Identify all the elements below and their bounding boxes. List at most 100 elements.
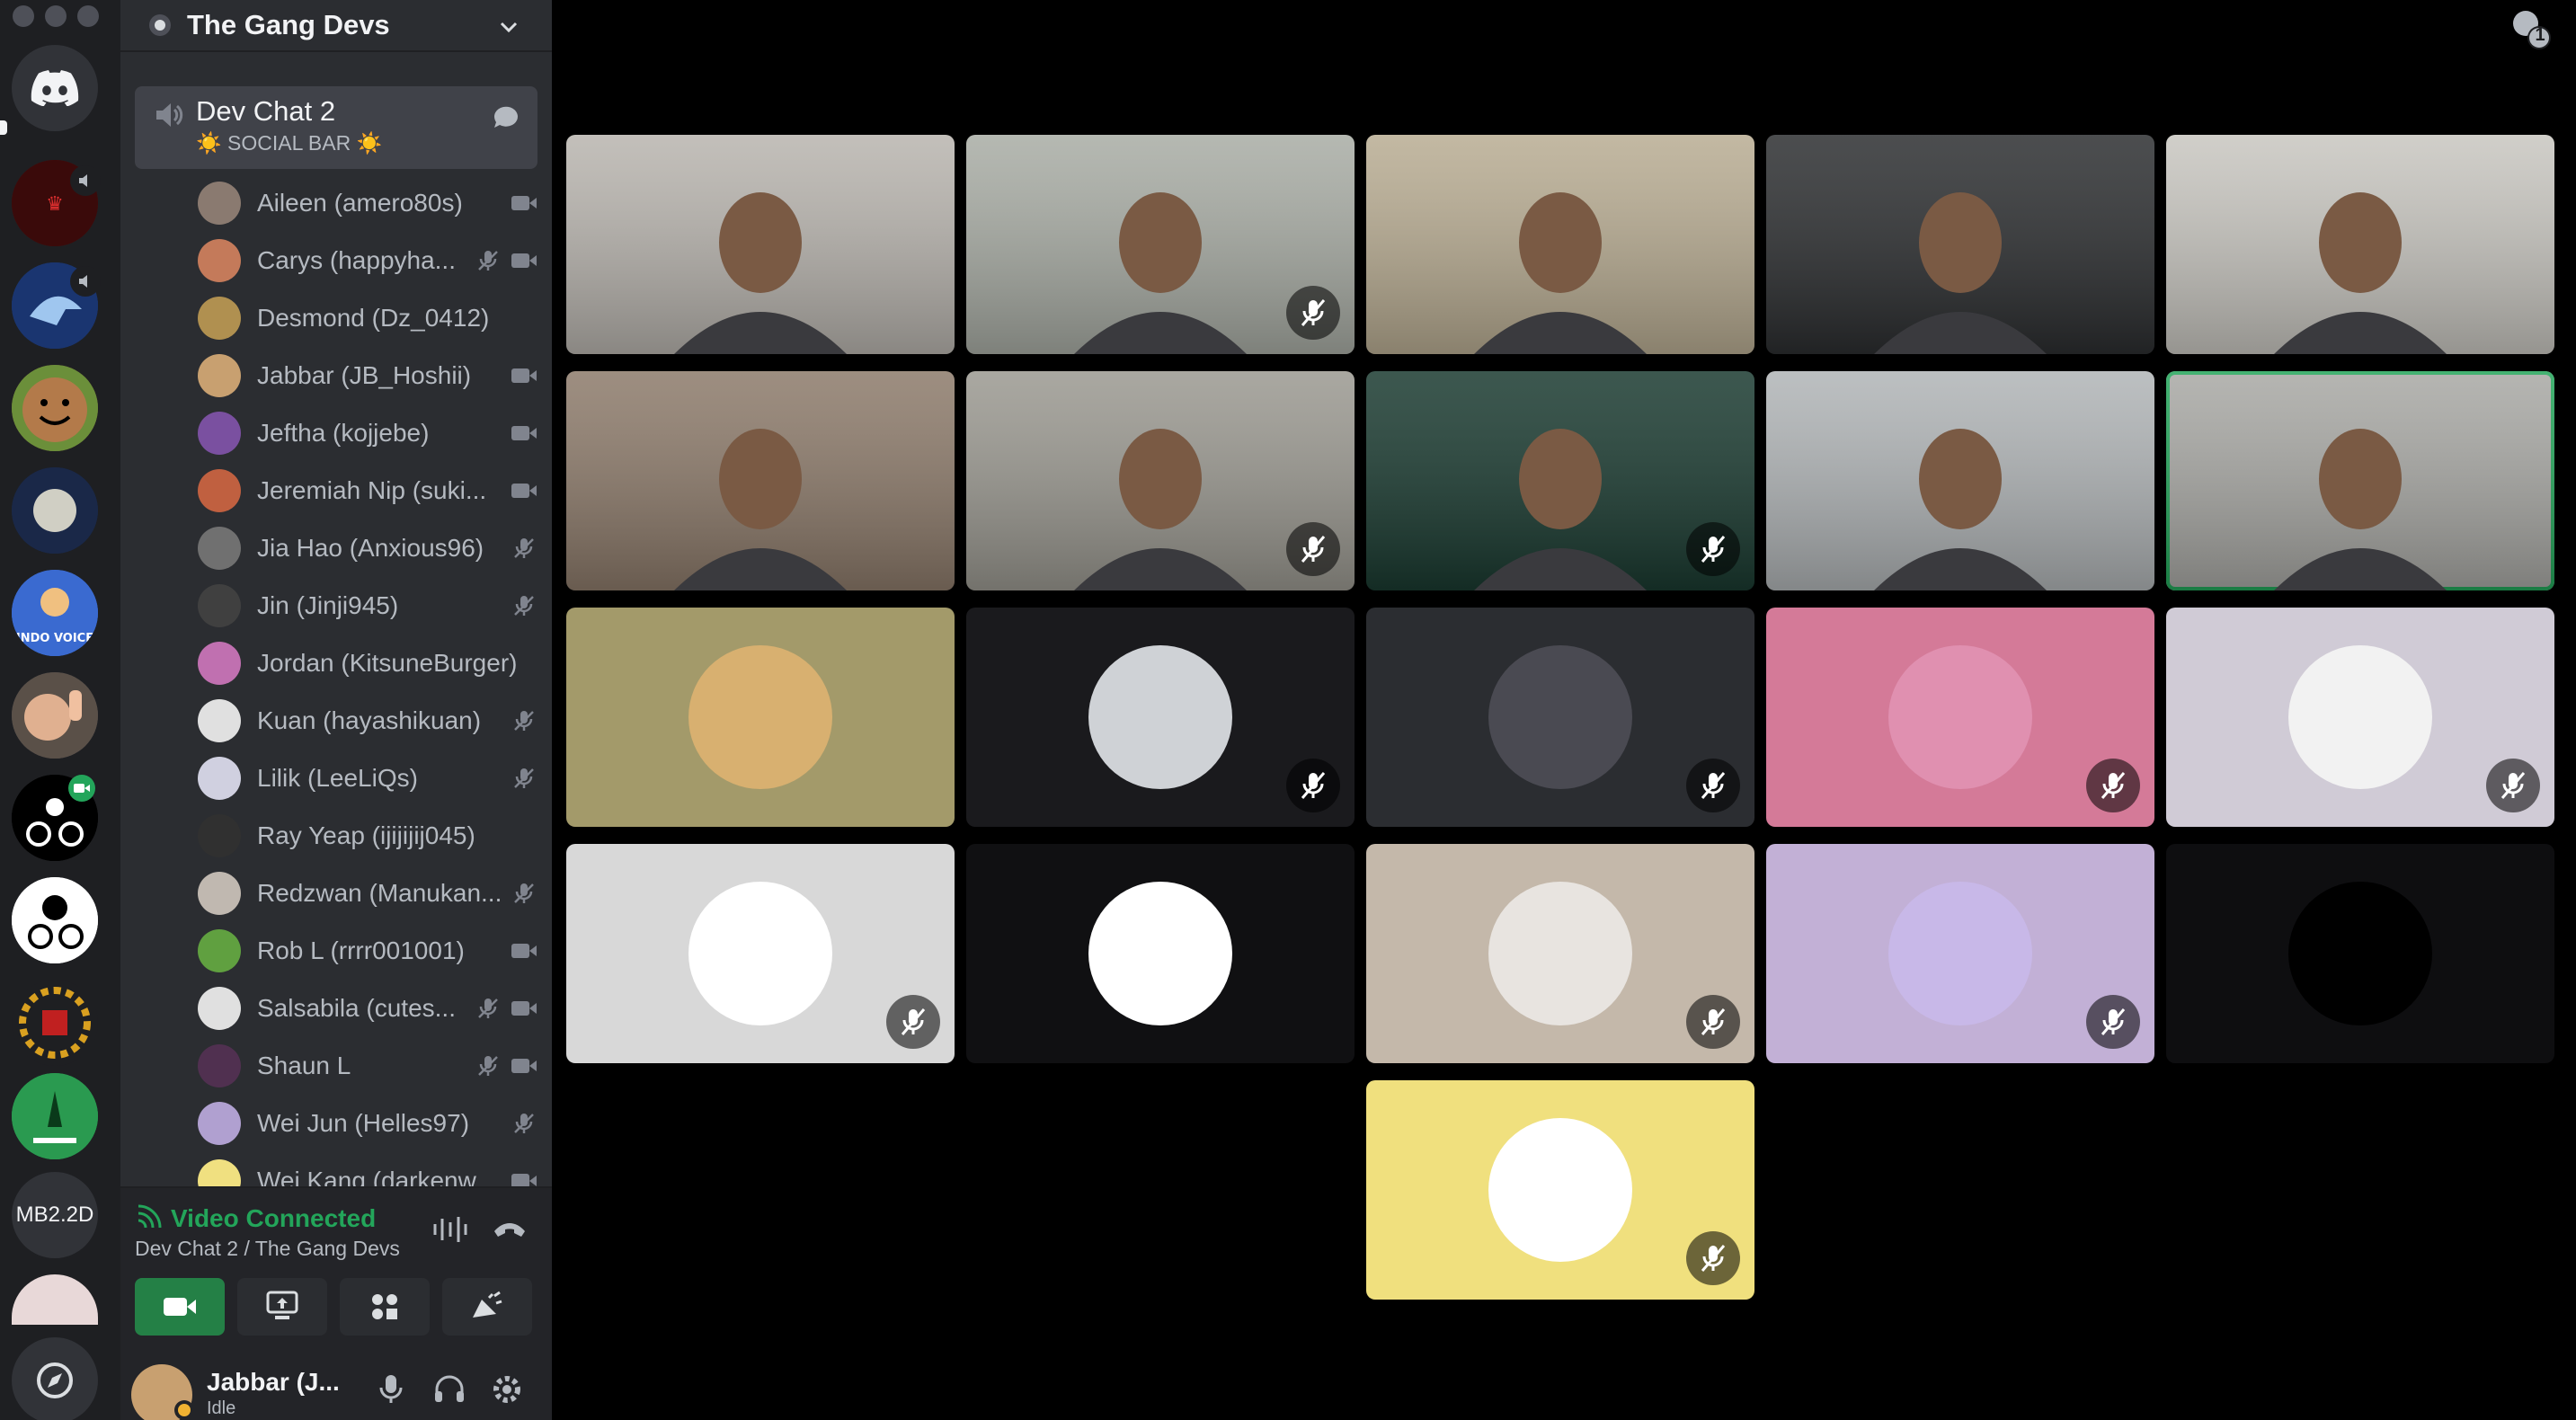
- participant-avatar-tile[interactable]: [966, 844, 1355, 1063]
- voice-member[interactable]: Rob L (rrrr001001): [198, 924, 539, 978]
- participant-avatar-tile[interactable]: [1766, 608, 2154, 827]
- server-green-button[interactable]: [12, 1073, 98, 1159]
- server-smiley-button[interactable]: [12, 365, 98, 451]
- camera-toggle-button[interactable]: [135, 1278, 225, 1336]
- participant-video-tile[interactable]: [566, 135, 955, 354]
- muted-microphone-icon: [2486, 759, 2540, 812]
- voice-member[interactable]: Jin (Jinji945): [198, 579, 539, 633]
- muted-microphone-icon: [2086, 995, 2140, 1049]
- avatar: [198, 412, 241, 455]
- avatar: [1488, 882, 1632, 1025]
- server-wave-button[interactable]: [12, 672, 98, 759]
- participant-avatar-tile[interactable]: [1366, 844, 1754, 1063]
- soundboard-button[interactable]: [442, 1278, 532, 1336]
- voice-member[interactable]: Kuan (hayashikuan): [198, 694, 539, 748]
- server-header[interactable]: The Gang Devs: [120, 0, 552, 52]
- signal-icon[interactable]: [135, 1204, 162, 1231]
- noise-suppression-icon[interactable]: [431, 1213, 469, 1246]
- participant-video-tile[interactable]: [1766, 371, 2154, 590]
- moon-icon: [12, 467, 98, 554]
- member-name: Aileen (amero80s): [257, 189, 463, 217]
- server-cyclist-2-button[interactable]: [12, 877, 98, 963]
- waving-person-icon: [12, 672, 98, 759]
- participant-avatar-tile[interactable]: [1766, 844, 2154, 1063]
- window-minimize-button[interactable]: [45, 5, 67, 27]
- participant-video-tile[interactable]: [1766, 135, 2154, 354]
- camera-icon: [164, 1298, 196, 1316]
- avatar: [198, 757, 241, 800]
- avatar: [2288, 882, 2432, 1025]
- voice-member[interactable]: Lilik (LeeLiQs): [198, 751, 539, 805]
- muted-microphone-icon: [509, 706, 539, 736]
- discord-home-button[interactable]: [12, 45, 98, 131]
- voice-member[interactable]: Jeremiah Nip (suki...: [198, 464, 539, 518]
- voice-member[interactable]: Jordan (KitsuneBurger): [198, 636, 539, 690]
- user-status: Idle: [207, 1398, 236, 1418]
- participant-avatar-tile[interactable]: [2166, 844, 2554, 1063]
- member-name: Jabbar (JB_Hoshii): [257, 361, 472, 389]
- voice-member[interactable]: Jia Hao (Anxious96): [198, 521, 539, 575]
- participant-video-tile[interactable]: [1366, 371, 1754, 590]
- activities-button[interactable]: [340, 1278, 430, 1336]
- screen-share-button[interactable]: [237, 1278, 327, 1336]
- participant-avatar-tile[interactable]: [2166, 608, 2554, 827]
- member-name: Desmond (Dz_0412): [257, 304, 490, 332]
- voice-member[interactable]: Jeftha (kojjebe): [198, 406, 539, 460]
- voice-channel-dev-chat-2[interactable]: Dev Chat 2 ☀️ SOCIAL BAR ☀️: [135, 86, 537, 169]
- participant-video-tile[interactable]: [2166, 371, 2554, 590]
- voice-member[interactable]: Desmond (Dz_0412): [198, 291, 539, 345]
- voice-member[interactable]: Carys (happyha...: [198, 234, 539, 288]
- voice-location[interactable]: Dev Chat 2 / The Gang Devs: [135, 1237, 400, 1261]
- participant-video-tile[interactable]: [966, 371, 1355, 590]
- voice-member[interactable]: Salsabila (cutes...: [198, 981, 539, 1035]
- voice-member[interactable]: Wei Jun (Helles97): [198, 1096, 539, 1150]
- server-moon-button[interactable]: [12, 467, 98, 554]
- avatar[interactable]: [131, 1364, 194, 1420]
- camera-icon: [509, 188, 539, 218]
- avatar: [198, 814, 241, 857]
- video-feed: [1766, 371, 2154, 590]
- participant-video-tile[interactable]: [1366, 135, 1754, 354]
- voice-member[interactable]: Redzwan (Manukan...: [198, 866, 539, 920]
- camera-icon: [509, 1051, 539, 1081]
- voice-member[interactable]: Jabbar (JB_Hoshii): [198, 349, 539, 403]
- explore-servers-button[interactable]: [12, 1337, 98, 1420]
- speaker-icon: [156, 103, 183, 127]
- voice-member[interactable]: Shaun L: [198, 1039, 539, 1093]
- muted-microphone-icon: [1686, 522, 1740, 576]
- chevron-down-icon[interactable]: [496, 14, 521, 40]
- server-pink-button[interactable]: [12, 1274, 98, 1325]
- avatar: [198, 239, 241, 282]
- voice-member[interactable]: Ray Yeap (ijijijij045): [198, 809, 539, 863]
- gear-icon[interactable]: [491, 1373, 523, 1406]
- server-indo-voice-button[interactable]: INDO VOICE: [12, 570, 98, 656]
- inbox-button[interactable]: 1: [2509, 7, 2553, 50]
- muted-microphone-icon: [1286, 522, 1340, 576]
- soundboard-icon: [473, 1291, 502, 1318]
- headphones-icon[interactable]: [433, 1373, 466, 1406]
- voice-member[interactable]: Aileen (amero80s): [198, 176, 539, 230]
- window-zoom-button[interactable]: [77, 5, 99, 27]
- open-chat-icon[interactable]: [491, 102, 521, 133]
- participant-video-tile[interactable]: [566, 371, 955, 590]
- participant-avatar-tile[interactable]: [966, 608, 1355, 827]
- participant-video-tile[interactable]: [966, 135, 1355, 354]
- avatar: [198, 929, 241, 972]
- window-close-button[interactable]: [13, 5, 34, 27]
- avatar: [198, 987, 241, 1030]
- participant-avatar-tile[interactable]: [566, 608, 955, 827]
- disconnect-icon[interactable]: [491, 1215, 529, 1242]
- muted-microphone-icon: [509, 590, 539, 621]
- user-name[interactable]: Jabbar (J...: [207, 1368, 340, 1397]
- avatar: [198, 872, 241, 915]
- participant-avatar-tile[interactable]: [1366, 608, 1754, 827]
- cyclist-icon: [12, 877, 98, 963]
- participant-video-tile[interactable]: [2166, 135, 2554, 354]
- participant-avatar-tile[interactable]: [566, 844, 955, 1063]
- microphone-icon[interactable]: [378, 1373, 404, 1406]
- server-name: The Gang Devs: [187, 9, 390, 40]
- server-mb2-button[interactable]: MB2.2D: [12, 1172, 98, 1258]
- participant-avatar-tile[interactable]: [1366, 1080, 1754, 1300]
- avatar: [688, 882, 832, 1025]
- server-gears-button[interactable]: [12, 980, 98, 1066]
